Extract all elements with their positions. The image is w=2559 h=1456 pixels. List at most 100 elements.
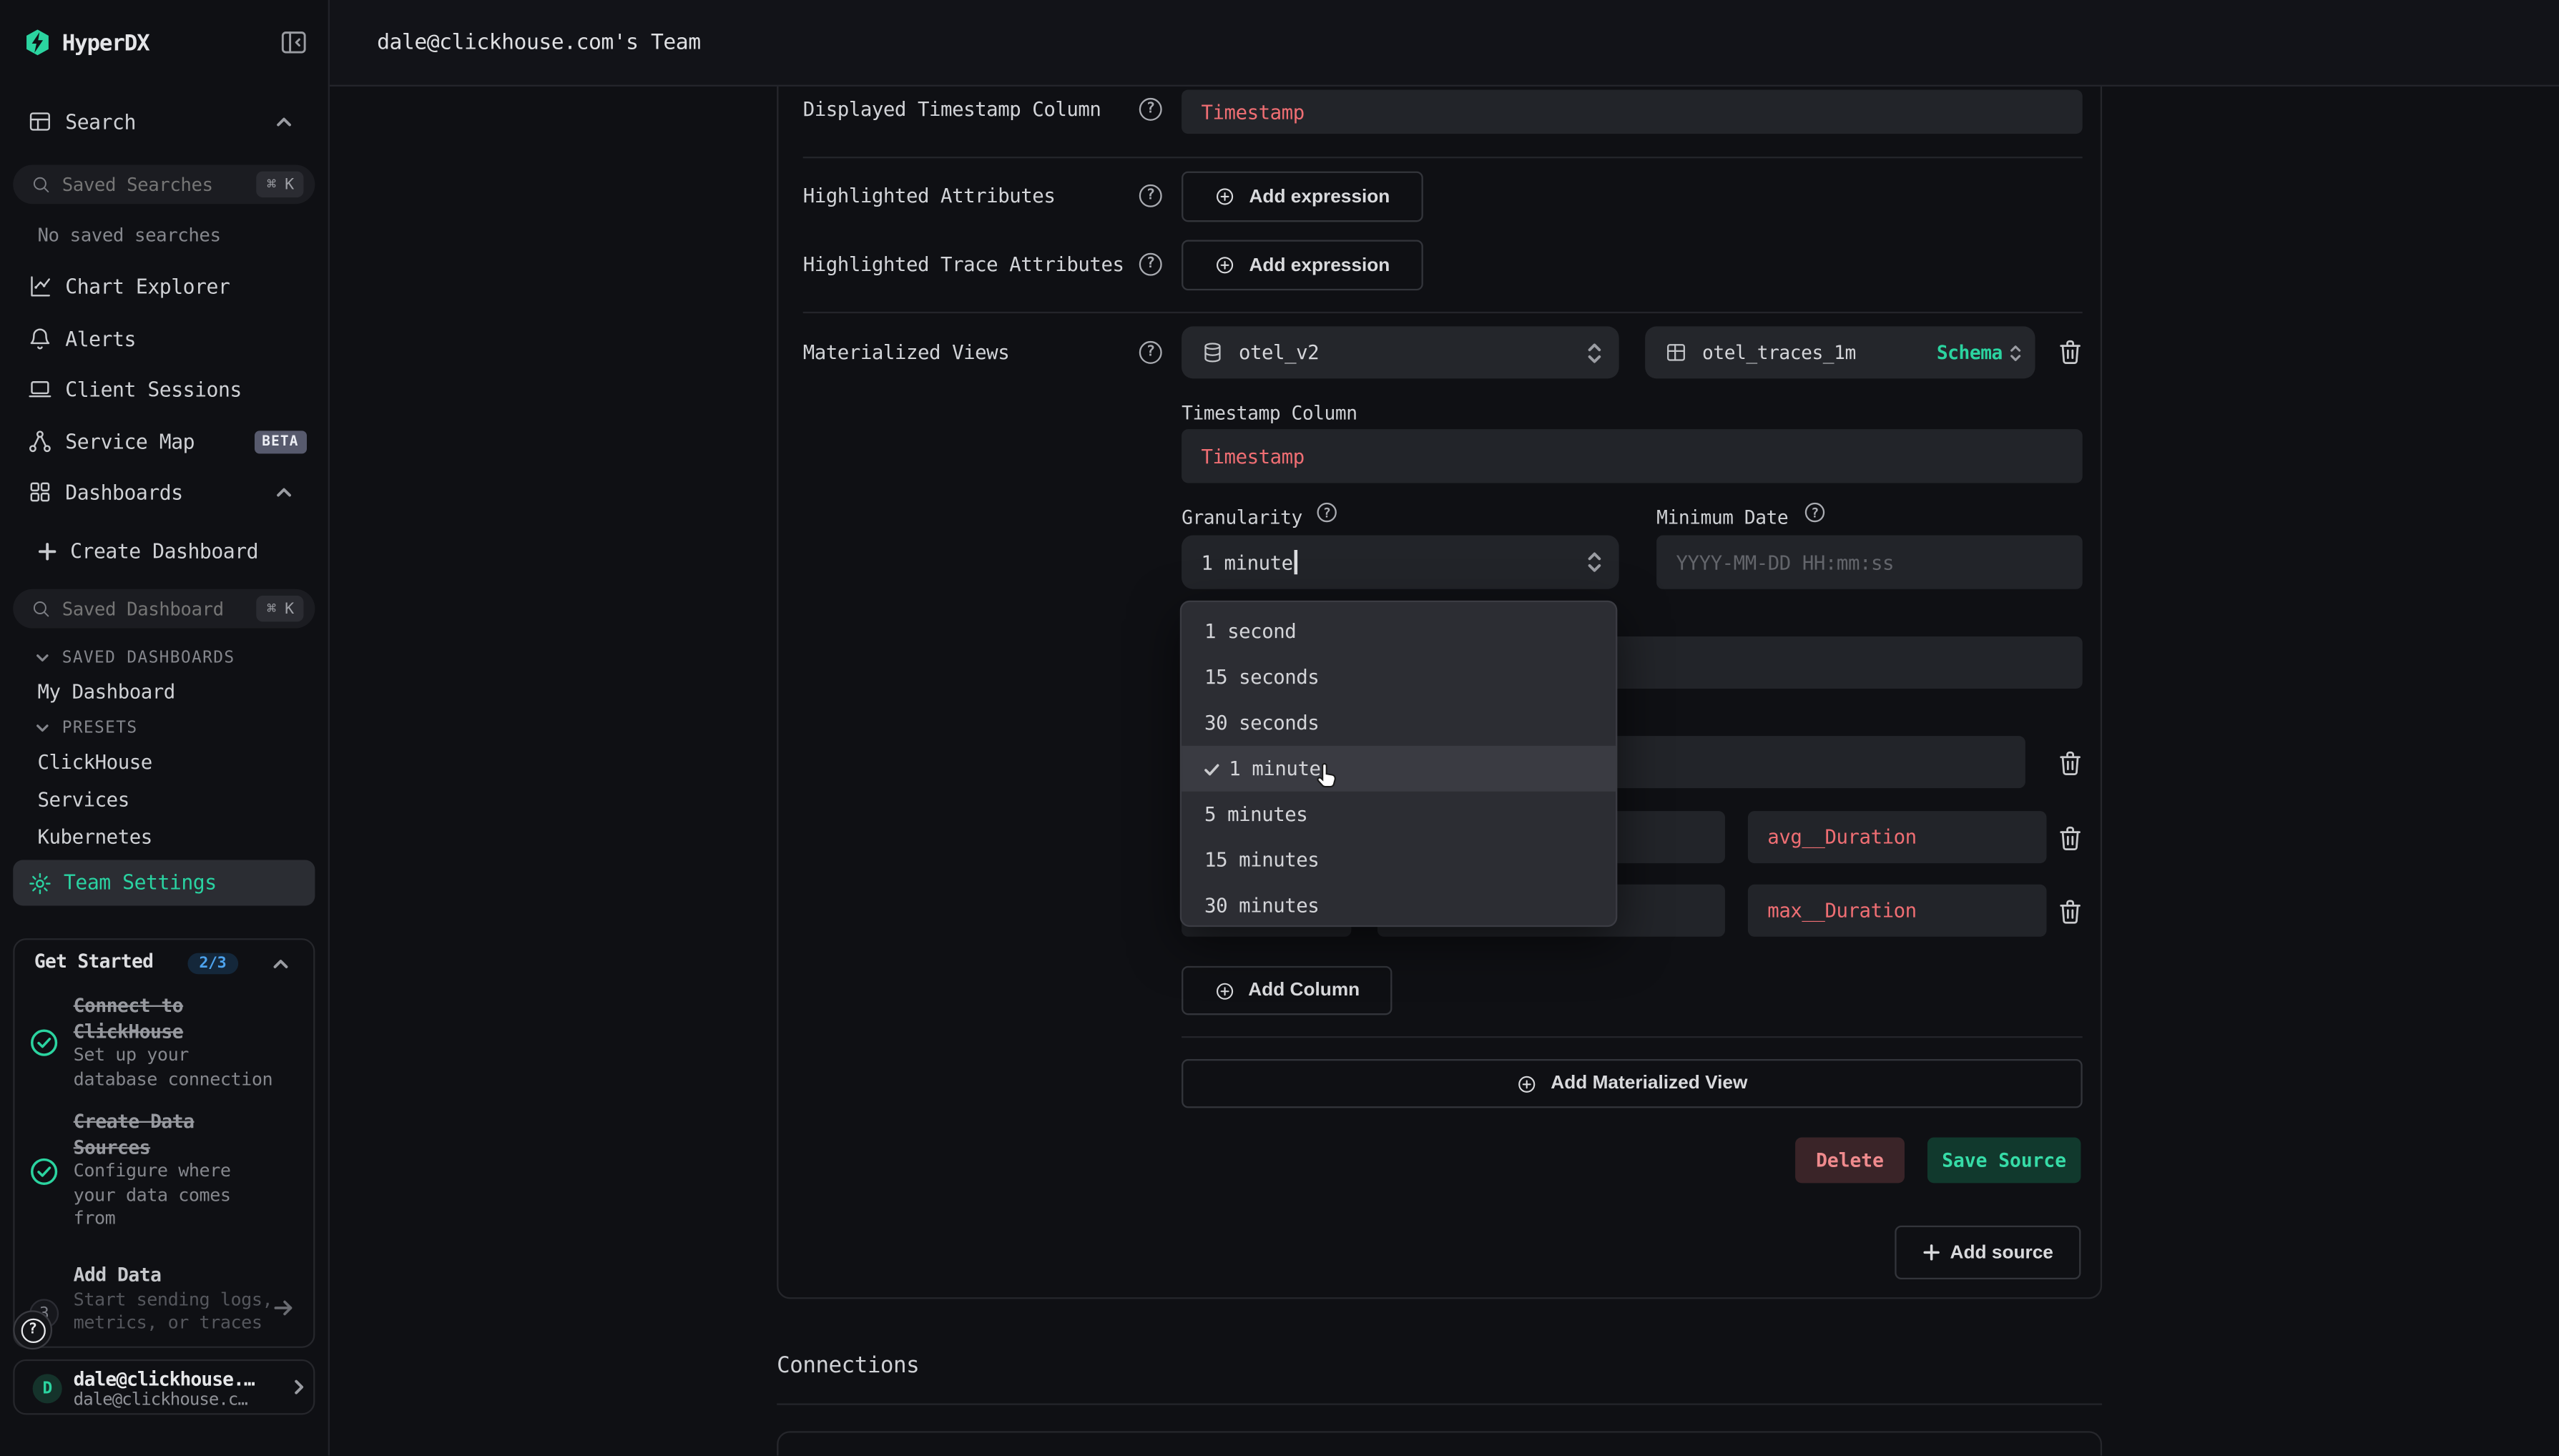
dropdown-option[interactable]: 15 minutes [1182, 837, 1616, 883]
sidebar-item-label: Alerts [65, 328, 136, 350]
field-label: Timestamp Column [1182, 401, 1357, 424]
divider [803, 157, 2083, 158]
field-label: Highlighted Trace Attributes [803, 253, 1124, 276]
user-menu[interactable]: D dale@clickhouse.… dale@clickhouse.c… [13, 1359, 315, 1415]
get-started-progress-badge: 2/3 [187, 953, 237, 975]
matview-table-select[interactable]: otel_traces_1m Schema [1645, 326, 2035, 378]
saved-dashboards-input[interactable] [62, 598, 225, 619]
help-icon[interactable]: ? [1139, 341, 1162, 364]
divider [803, 312, 2083, 313]
help-button[interactable]: ? [13, 1310, 52, 1349]
sidebar-item-search[interactable]: Search [13, 98, 315, 145]
beta-badge: BETA [254, 430, 307, 453]
help-icon[interactable]: ? [1139, 253, 1162, 276]
help-icon[interactable]: ? [1139, 185, 1162, 207]
get-started-step[interactable]: Connect to ClickHouse Set up your databa… [74, 994, 280, 1092]
chevron-up-icon [274, 112, 293, 131]
mouse-cursor [1312, 759, 1340, 793]
delete-matview-icon[interactable] [2056, 338, 2084, 365]
dropdown-option[interactable]: 30 seconds [1182, 700, 1616, 746]
granularity-value: 1 minute [1201, 551, 1292, 574]
sidebar-item-service-map[interactable]: Service Map BETA [13, 416, 315, 467]
field-label: Highlighted Attributes [803, 185, 1056, 207]
sidebar-item-label: Client Sessions [65, 378, 242, 400]
group-saved-dashboards[interactable]: SAVED DASHBOARDS [13, 640, 315, 676]
help-icon[interactable]: ? [1139, 98, 1162, 121]
app-title: HyperDX [62, 31, 149, 57]
add-source-button[interactable]: Add source [1895, 1226, 2081, 1279]
save-source-button[interactable]: Save Source [1927, 1137, 2081, 1183]
saved-searches-input[interactable] [62, 174, 225, 195]
displayed-timestamp-input[interactable] [1182, 90, 2083, 134]
sidebar-item-my-dashboard[interactable]: My Dashboard [13, 672, 315, 709]
dropdown-option[interactable]: 15 seconds [1182, 654, 1616, 700]
saved-searches-search[interactable]: ⌘ K [13, 164, 315, 204]
dashboard-link-label: ClickHouse [37, 750, 152, 773]
get-started-step[interactable]: Create Data Sources Configure where your… [74, 1110, 280, 1231]
delete-source-button[interactable]: Delete [1795, 1137, 1905, 1183]
dashboards-icon [28, 480, 52, 504]
main-content: Displayed Timestamp Column ? Highlighted… [330, 87, 2559, 1456]
sidebar-item-alerts[interactable]: Alerts [13, 313, 315, 364]
sidebar-item-kubernetes[interactable]: Kubernetes [13, 817, 315, 855]
group-presets[interactable]: PRESETS [13, 710, 315, 746]
chevron-down-icon [34, 649, 51, 666]
dropdown-option-selected[interactable]: 1 minute [1182, 746, 1616, 792]
help-icon[interactable]: ? [1805, 503, 1824, 522]
field-label: Displayed Timestamp Column [803, 98, 1101, 121]
bell-icon [28, 326, 52, 350]
delete-column-icon[interactable] [2056, 897, 2084, 925]
plus-circle-icon [1215, 186, 1237, 207]
option-label: 30 minutes [1204, 894, 1319, 917]
column-alias-input[interactable] [1748, 811, 2047, 863]
step-title: Create Data Sources [74, 1110, 280, 1161]
dropdown-option[interactable]: 5 minutes [1182, 792, 1616, 837]
app-root: HyperDX Search ⌘ K No saved searches [0, 0, 2559, 1455]
saved-dashboards-search[interactable]: ⌘ K [13, 589, 315, 629]
delete-column-icon[interactable] [2056, 749, 2084, 777]
sidebar-item-services[interactable]: Services [13, 780, 315, 817]
schema-badge[interactable]: Schema [1937, 341, 2003, 364]
minimum-date-input[interactable] [1656, 535, 2083, 589]
collapse-sidebar-icon[interactable] [279, 28, 308, 57]
plus-circle-icon [1516, 1073, 1538, 1094]
step-desc: Start sending logs, metrics, or traces [74, 1289, 280, 1336]
check-icon [1203, 759, 1221, 777]
search-icon [31, 599, 50, 618]
plus-icon [1922, 1244, 1940, 1261]
chevron-up-icon[interactable] [271, 955, 290, 974]
sidebar-item-clickhouse[interactable]: ClickHouse [13, 742, 315, 779]
dashboard-link-label: My Dashboard [37, 679, 175, 702]
granularity-combobox[interactable]: 1 minute [1182, 535, 1619, 589]
matview-timestamp-input[interactable] [1182, 429, 2083, 483]
chevron-down-icon [34, 719, 51, 736]
button-label: Add Materialized View [1551, 1073, 1747, 1093]
dropdown-option[interactable]: 30 minutes [1182, 883, 1616, 929]
help-icon[interactable]: ? [1317, 503, 1336, 522]
add-expression-button[interactable]: Add expression [1182, 172, 1423, 222]
avatar: D [33, 1374, 62, 1403]
option-label: 15 minutes [1204, 849, 1319, 872]
plus-circle-icon [1214, 980, 1235, 1001]
sidebar-item-chart-explorer[interactable]: Chart Explorer [13, 261, 315, 312]
delete-column-icon[interactable] [2056, 824, 2084, 852]
add-materialized-view-button[interactable]: Add Materialized View [1182, 1059, 2083, 1108]
create-dashboard-button[interactable]: Create Dashboard [13, 526, 315, 576]
dashboard-link-label: Services [37, 787, 129, 810]
dashboard-link-label: Kubernetes [37, 825, 152, 848]
table-icon [1665, 341, 1688, 364]
column-alias-input[interactable] [1748, 885, 2047, 937]
sidebar-item-team-settings[interactable]: Team Settings [13, 860, 315, 906]
add-expression-button[interactable]: Add expression [1182, 240, 1423, 290]
sidebar-item-label: Chart Explorer [65, 275, 230, 298]
plus-circle-icon [1215, 255, 1237, 276]
dropdown-option[interactable]: 1 second [1182, 609, 1616, 654]
matview-select[interactable]: otel_v2 [1182, 326, 1619, 378]
sidebar-item-client-sessions[interactable]: Client Sessions [13, 364, 315, 415]
search-section-icon [28, 109, 52, 134]
select-chevrons-icon [2009, 342, 2022, 363]
matview-table-value: otel_traces_1m [1702, 341, 1856, 364]
get-started-step[interactable]: Add Data Start sending logs, metrics, or… [74, 1263, 280, 1336]
add-column-button[interactable]: Add Column [1182, 966, 1392, 1015]
sidebar-item-dashboards[interactable]: Dashboards [13, 467, 315, 518]
